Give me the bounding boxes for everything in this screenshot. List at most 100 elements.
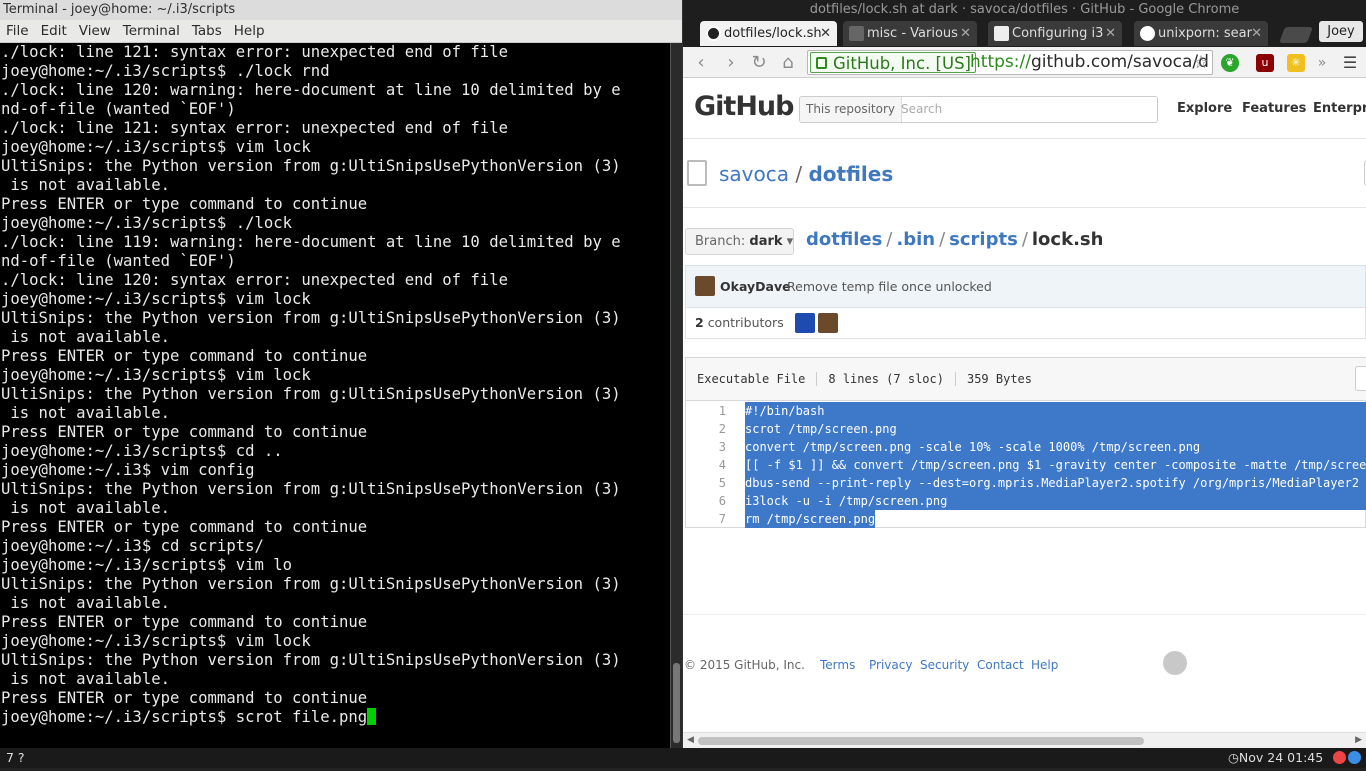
file-actions-button[interactable]	[1355, 366, 1366, 391]
line-number[interactable]: 6	[686, 492, 726, 510]
commit-message[interactable]: Remove temp file once unlocked	[787, 266, 992, 307]
contributors-count: 2	[695, 315, 704, 330]
scroll-left-icon[interactable]: ◀	[687, 735, 694, 745]
menu-edit[interactable]: Edit	[35, 20, 73, 43]
footer-link-terms[interactable]: Terms	[820, 658, 855, 672]
terminal-line: joey@home:~/.i3/scripts$ vim lock	[1, 290, 311, 308]
code-line: 7 rm /tmp/screen.png	[686, 510, 1366, 528]
footer-link-contact[interactable]: Contact	[977, 658, 1024, 672]
forward-icon[interactable]: ›	[720, 52, 742, 74]
new-tab-button[interactable]	[1279, 27, 1313, 43]
nav-enterprise[interactable]: Enterpris	[1313, 101, 1366, 116]
close-icon[interactable]: ✕	[820, 21, 831, 46]
octocat-icon[interactable]	[1163, 651, 1187, 675]
terminal-line: ./lock: line 119: warning: here-document…	[1, 233, 621, 251]
menu-terminal[interactable]: Terminal	[117, 20, 186, 43]
chrome-tray-icon[interactable]	[1333, 751, 1346, 764]
line-number[interactable]: 2	[686, 420, 726, 438]
reload-icon[interactable]: ↻	[748, 52, 770, 74]
back-icon[interactable]: ‹	[690, 52, 712, 74]
terminal-line: joey@home:~/.i3$ vim config	[1, 461, 255, 479]
sparkle-extension-icon[interactable]: ✳	[1287, 54, 1305, 72]
horizontal-scrollbar[interactable]: ◀ ▶	[683, 732, 1366, 748]
line-number[interactable]: 4	[686, 456, 726, 474]
tab-label: unixporn: sear	[1158, 26, 1252, 41]
close-icon[interactable]: ✕	[1105, 21, 1116, 46]
horizontal-scrollbar-thumb[interactable]	[698, 737, 1144, 745]
github-logo[interactable]: GitHub	[694, 91, 794, 122]
terminal-line: UltiSnips: the Python version from g:Ult…	[1, 157, 621, 175]
file-viewer: Executable File 8 lines (7 sloc) 359 Bytes…	[685, 357, 1366, 528]
line-number[interactable]: 1	[686, 402, 726, 420]
terminal-line: joey@home:~/.i3$ cd scripts/	[1, 537, 264, 555]
terminal-scrollbar[interactable]	[670, 43, 682, 748]
avatar[interactable]	[695, 276, 715, 296]
line-number[interactable]: 3	[686, 438, 726, 456]
terminal-line: is not available.	[1, 404, 170, 422]
line-number[interactable]: 5	[686, 474, 726, 492]
url-text[interactable]: https://github.com/savoca/d	[970, 51, 1209, 74]
contributors-text[interactable]: 2 contributors	[695, 308, 784, 338]
tab-misc[interactable]: misc - Various ✕	[843, 21, 977, 46]
menu-icon[interactable]: ☰	[1339, 52, 1361, 74]
github-page: GitHub This repository Search Explore Fe…	[683, 78, 1366, 732]
scroll-right-icon[interactable]: ▶	[1355, 735, 1362, 745]
tab-configuring-i3[interactable]: Configuring i3 ✕	[988, 21, 1122, 46]
menu-help[interactable]: Help	[228, 20, 271, 43]
nav-features[interactable]: Features	[1242, 101, 1306, 116]
breadcrumb-separator: /	[1021, 229, 1028, 250]
avatar[interactable]	[818, 313, 838, 333]
avatar[interactable]	[795, 313, 815, 333]
terminal-line: is not available.	[1, 594, 170, 612]
chrome-window: dotfiles/lock.sh at dark · savoca/dotfil…	[683, 0, 1366, 748]
terminal-scrollbar-thumb[interactable]	[673, 663, 680, 743]
nav-explore[interactable]: Explore	[1177, 101, 1232, 116]
network-tray-icon[interactable]	[1348, 751, 1361, 764]
breadcrumb-dotfiles[interactable]: dotfiles	[806, 229, 882, 250]
workspace-indicator[interactable]: 7 ?	[6, 748, 25, 768]
latest-commit-bar: OkayDave Remove temp file once unlocked	[685, 265, 1366, 307]
terminal-output[interactable]: ./lock: line 121: syntax error: unexpect…	[0, 43, 670, 748]
repo-owner-link[interactable]: savoca	[719, 162, 789, 186]
chevron-down-icon: ▾	[786, 234, 794, 249]
terminal-window: Terminal - joey@home: ~/.i3/scripts File…	[0, 0, 682, 748]
tab-unixporn[interactable]: unixporn: sear ✕	[1134, 21, 1268, 46]
footer: © 2015 GitHub, Inc. Terms Privacy Securi…	[683, 614, 1366, 714]
profile-button[interactable]: Joey	[1319, 21, 1363, 42]
home-icon[interactable]: ⌂	[777, 52, 799, 74]
menu-file[interactable]: File	[0, 20, 35, 43]
terminal-line: Press ENTER or type command to continue	[1, 518, 368, 536]
search-input[interactable]: Search	[901, 97, 942, 122]
terminal-title: Terminal - joey@home: ~/.i3/scripts	[0, 0, 682, 20]
extensions-overflow-icon[interactable]: »	[1311, 52, 1333, 74]
branch-selector[interactable]: Branch: dark ▾	[685, 228, 794, 255]
breadcrumb-scripts[interactable]: scripts	[949, 229, 1018, 250]
ublock-extension-icon[interactable]: u	[1256, 54, 1274, 72]
footer-link-security[interactable]: Security	[920, 658, 969, 672]
address-bar[interactable]: GitHub, Inc. [US] https://github.com/sav…	[807, 50, 1213, 75]
commit-author[interactable]: OkayDave	[720, 266, 791, 307]
menu-tabs[interactable]: Tabs	[186, 20, 228, 43]
code-view[interactable]: 1 #!/bin/bash 2 scrot /tmp/screen.png 3 con…	[686, 402, 1366, 528]
ev-certificate-badge[interactable]: GitHub, Inc. [US]	[810, 52, 976, 73]
bookmark-star-icon[interactable]: ☆	[1193, 51, 1209, 74]
close-icon[interactable]: ✕	[1251, 21, 1262, 46]
repo-name-link[interactable]: dotfiles	[808, 162, 893, 186]
breadcrumb: dotfiles / .bin / scripts / lock.sh	[806, 229, 1103, 250]
url-rest: github.com/savoca/d	[1030, 52, 1209, 72]
evernote-extension-icon[interactable]: ❦	[1221, 54, 1239, 72]
terminal-line: UltiSnips: the Python version from g:Ult…	[1, 575, 621, 593]
line-number[interactable]: 7	[686, 510, 726, 528]
terminal-line: Press ENTER or type command to continue	[1, 423, 368, 441]
terminal-line: UltiSnips: the Python version from g:Ult…	[1, 480, 621, 498]
breadcrumb-bin[interactable]: .bin	[896, 229, 935, 250]
footer-link-help[interactable]: Help	[1031, 658, 1058, 672]
terminal-line: joey@home:~/.i3/scripts$ vim lock	[1, 138, 311, 156]
menu-view[interactable]: View	[73, 20, 117, 43]
footer-link-privacy[interactable]: Privacy	[869, 658, 912, 672]
search-box[interactable]: This repository Search	[799, 96, 1158, 123]
close-icon[interactable]: ✕	[960, 21, 971, 46]
file-size: 359 Bytes	[966, 372, 1032, 386]
chip-icon	[849, 26, 864, 41]
tab-dotfiles[interactable]: dotfiles/lock.sh ✕	[700, 21, 837, 46]
